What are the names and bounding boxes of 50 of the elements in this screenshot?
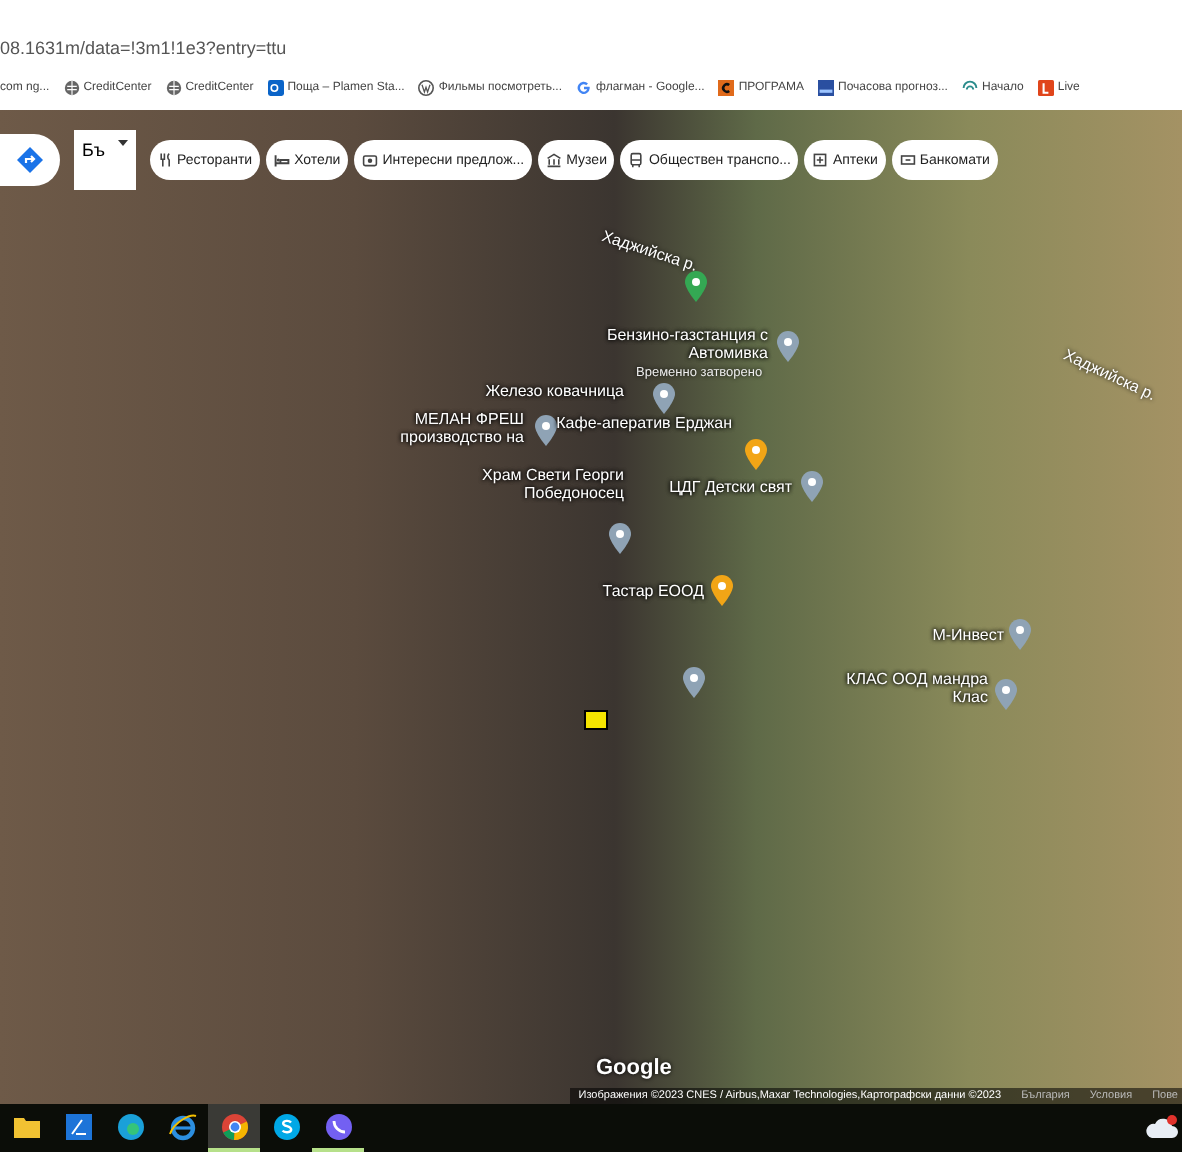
l-logo-icon: [1037, 80, 1054, 96]
map-pin-icon[interactable]: [744, 438, 768, 470]
wifi-logo-icon: [961, 80, 978, 96]
directions-button[interactable]: [0, 134, 60, 186]
chart-icon: [818, 80, 835, 96]
map-pin-icon[interactable]: [776, 330, 800, 362]
weather-cloud-icon[interactable]: [1146, 1114, 1178, 1142]
place-label[interactable]: КЛАС ООД мандра Клас: [808, 670, 988, 707]
place-label[interactable]: М-Инвест: [932, 626, 1004, 645]
taskbar-app[interactable]: [208, 1104, 260, 1152]
location-marker-icon: [584, 710, 608, 730]
chrome-icon[interactable]: [219, 1111, 249, 1141]
place-label[interactable]: Храм Свети Георги Победоносец: [444, 466, 624, 503]
satellite-map-image[interactable]: [0, 110, 1182, 1104]
place-label[interactable]: Железо ковачница: [485, 382, 624, 401]
language-dropdown[interactable]: Бъ: [74, 130, 136, 190]
map-pin-icon[interactable]: [534, 414, 558, 446]
place-label[interactable]: Тастар ЕООД: [602, 582, 704, 601]
app-icon[interactable]: [63, 1111, 93, 1141]
map-pin-icon[interactable]: [682, 666, 706, 698]
viber-icon[interactable]: [323, 1111, 353, 1141]
skype-icon[interactable]: [271, 1111, 301, 1141]
address-bar-url[interactable]: 08.1631m/data=!3m1!1e3?entry=ttu: [0, 38, 1182, 70]
fork-knife-icon: [157, 152, 174, 168]
bed-icon: [274, 152, 291, 168]
directions-icon: [16, 146, 44, 174]
place-label[interactable]: Бензино-газстанция с Автомивка: [588, 326, 768, 363]
map-pin-icon[interactable]: [684, 270, 708, 302]
museum-icon: [546, 152, 563, 168]
map-pin-icon[interactable]: [800, 470, 824, 502]
c-logo-icon: [718, 80, 735, 96]
globe-icon: [165, 80, 182, 96]
place-label[interactable]: Кафе-аператив Ерджан: [556, 414, 732, 433]
cash-icon: [899, 152, 916, 168]
g-logo-icon: [576, 80, 593, 96]
ie-icon[interactable]: [167, 1111, 197, 1141]
map-pin-icon[interactable]: [710, 574, 734, 606]
pharmacy-icon: [812, 152, 829, 168]
edge-icon[interactable]: [115, 1111, 145, 1141]
google-logo: Google: [596, 1056, 672, 1080]
map-pin-icon[interactable]: [608, 522, 632, 554]
globe-icon: [63, 80, 80, 96]
w-logo-icon: [418, 80, 435, 96]
bus-icon: [628, 152, 645, 168]
mail-icon: [267, 80, 284, 96]
map-pin-icon[interactable]: [652, 382, 676, 414]
place-label[interactable]: МЕЛАН ФРЕШ производство на: [344, 410, 524, 447]
camera-icon: [362, 152, 379, 168]
place-label[interactable]: ЦДГ Детски свят: [669, 478, 792, 497]
caret-icon: [117, 140, 128, 148]
